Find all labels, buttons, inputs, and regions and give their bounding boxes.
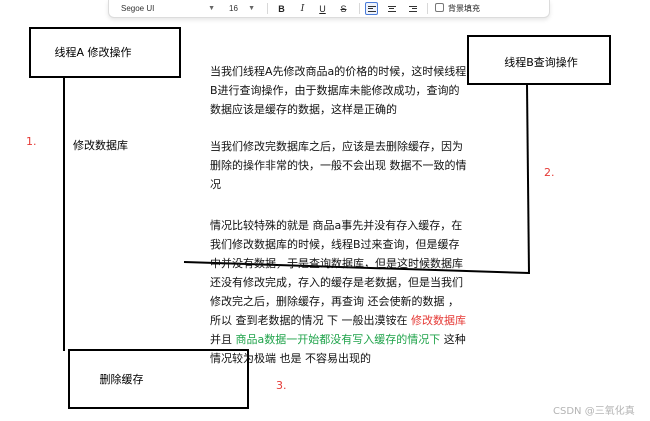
font-family-select[interactable]: Segoe UI ▼: [117, 2, 219, 14]
step-1-marker: 1.: [26, 135, 37, 148]
font-size-select[interactable]: 16 ▼: [225, 2, 259, 14]
paragraph-3: 情况比较特殊的就是 商品a事先并没有存入缓存，在我们修改数据库的时候，线程B过来…: [210, 216, 468, 368]
thread-a-label: 线程A 修改操作: [54, 45, 132, 59]
align-center-icon: [387, 5, 396, 12]
thread-b-box[interactable]: 线程B查询操作: [467, 35, 611, 85]
font-size-value: 16: [229, 3, 238, 13]
bold-button[interactable]: B: [275, 2, 288, 15]
toolbar-divider: [427, 3, 428, 14]
delete-cache-label: 删除缓存: [99, 373, 144, 386]
csdn-watermark: CSDN @三氧化真: [553, 406, 635, 417]
align-left-button[interactable]: [365, 2, 378, 15]
modify-db-label: 修改数据库: [73, 139, 128, 152]
paragraph-1: 当我们线程A先修改商品a的价格的时候，这时候线程B进行查询操作，由于数据库未能修…: [210, 65, 467, 116]
chevron-down-icon: ▼: [208, 4, 215, 12]
thread-b-label: 线程B查询操作: [504, 56, 578, 69]
paragraph-2: 当我们修改完数据库之后，应该是去删除缓存，因为删除的操作非常的快，一般不会出现 …: [210, 140, 467, 191]
toolbar-divider: [267, 3, 268, 14]
align-center-button[interactable]: [385, 2, 398, 15]
font-family-value: Segoe UI: [121, 3, 155, 13]
align-right-icon: [408, 5, 417, 12]
align-left-icon: [367, 5, 376, 12]
thread-a-box[interactable]: 线程A 修改操作: [29, 27, 181, 78]
highlight-modify-db: 修改数据库: [411, 314, 466, 327]
align-right-button[interactable]: [406, 2, 419, 15]
step-2-marker: 2.: [544, 166, 555, 179]
step-3-marker: 3.: [276, 379, 287, 392]
paragraph-3-text: 情况比较特殊的就是 商品a事先并没有存入缓存，在我们修改数据库的时候，线程B过来…: [210, 219, 463, 327]
background-fill-label: 背景填充: [448, 4, 480, 13]
strikethrough-button[interactable]: S: [337, 2, 350, 15]
highlight-no-cache-condition: 商品a数据一开始都没有写入缓存的情况下: [235, 333, 441, 346]
underline-button[interactable]: U: [316, 2, 329, 15]
paragraph-3-connector: 并且: [210, 333, 236, 346]
toolbar-divider: [359, 3, 360, 14]
italic-button[interactable]: I: [296, 2, 309, 15]
background-fill-checkbox[interactable]: [435, 3, 444, 12]
formatting-toolbar: Segoe UI ▼ 16 ▼ B I U S 背景填充: [108, 0, 550, 18]
chevron-down-icon: ▼: [248, 4, 255, 12]
thread-b-timeline: [526, 84, 530, 275]
